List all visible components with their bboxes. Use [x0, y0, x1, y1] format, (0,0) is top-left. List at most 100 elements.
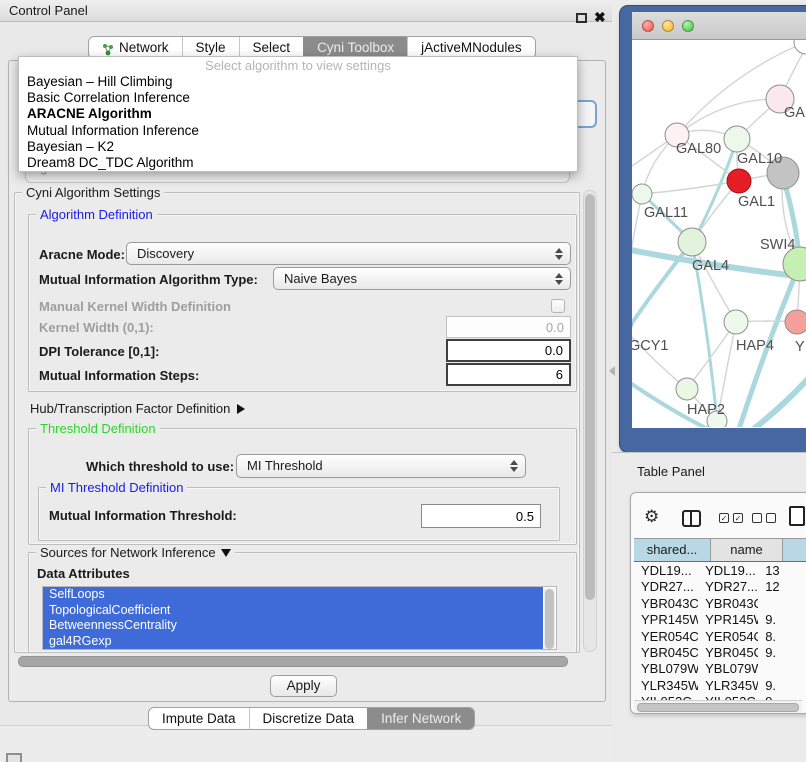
- manual-kernel-width-checkbox[interactable]: [551, 299, 565, 313]
- algorithm-option[interactable]: Bayesian – K2: [19, 139, 577, 155]
- network-edge-thick[interactable]: [750, 372, 806, 427]
- table-cell: YBL079W: [698, 661, 758, 677]
- threshold-definition-legend: Threshold Definition: [36, 421, 160, 436]
- network-edge[interactable]: [632, 194, 642, 325]
- network-node-label: GCY1: [632, 338, 669, 354]
- select-all-checkboxes-icon[interactable]: ✓✓: [719, 513, 743, 523]
- table-column-header[interactable]: [783, 539, 806, 561]
- attribute-list-item[interactable]: SelfLoops: [43, 587, 543, 603]
- table-column-header[interactable]: shared...: [634, 539, 711, 561]
- table-cell: YDL19...: [698, 563, 758, 579]
- sources-legend[interactable]: Sources for Network Inference: [36, 545, 235, 560]
- combo-spinner-icon: [510, 460, 517, 472]
- tab-impute-data[interactable]: Impute Data: [149, 708, 249, 729]
- table-row[interactable]: YDL19...YDL19...13: [634, 563, 806, 579]
- network-graph: GALGAL80GAL10GAL1GAL11GAL4SWI4HAP4YGCY1H…: [632, 40, 806, 427]
- close-traffic-light[interactable]: [642, 20, 654, 32]
- network-edge[interactable]: [642, 181, 739, 194]
- kernel-width-input[interactable]: [446, 316, 571, 338]
- mi-threshold-input[interactable]: [421, 504, 541, 528]
- apply-button[interactable]: Apply: [270, 675, 337, 697]
- mi-steps-label: Mutual Information Steps:: [39, 368, 199, 383]
- table-cell: 13: [758, 563, 806, 579]
- close-panel-icon[interactable]: ✖: [594, 9, 606, 26]
- dpi-tolerance-input[interactable]: [446, 339, 571, 362]
- table-row[interactable]: YBL079WYBL079W: [634, 661, 806, 677]
- table-column-header[interactable]: name: [711, 539, 783, 561]
- combo-spinner-icon: [555, 273, 562, 285]
- table-row[interactable]: YPR145WYPR145W9.: [634, 612, 806, 628]
- table-cell: 8.: [758, 629, 806, 645]
- network-node[interactable]: [794, 40, 806, 54]
- data-attributes-label: Data Attributes: [37, 566, 130, 581]
- aracne-mode-value: Discovery: [137, 246, 194, 261]
- algorithm-option[interactable]: Mutual Information Inference: [19, 123, 577, 139]
- algorithm-dropdown-popup: Select algorithm to view settings Bayesi…: [18, 56, 578, 172]
- zoom-traffic-light[interactable]: [682, 20, 694, 32]
- network-node-gal1[interactable]: [727, 169, 751, 193]
- algorithm-dropdown-placeholder: Select algorithm to view settings: [19, 57, 577, 74]
- gear-icon[interactable]: ⚙: [644, 507, 659, 527]
- mi-threshold-definition-group: MI Threshold Definition Mutual Informati…: [38, 487, 560, 541]
- network-canvas[interactable]: GALGAL80GAL10GAL1GAL11GAL4SWI4HAP4YGCY1H…: [632, 40, 806, 427]
- mi-algorithm-type-value: Naive Bayes: [284, 271, 357, 286]
- mi-algorithm-type-combobox[interactable]: Naive Bayes: [273, 267, 571, 290]
- data-attributes-list[interactable]: SelfLoopsTopologicalCoefficientBetweenne…: [42, 586, 557, 650]
- table-horizontal-scrollbar[interactable]: [634, 700, 802, 713]
- table-cell: 9.: [758, 612, 806, 628]
- tab-infer-network[interactable]: Infer Network: [367, 708, 474, 729]
- network-node-label: GAL10: [737, 151, 782, 167]
- network-node-hap4[interactable]: [724, 310, 748, 334]
- attribute-list-item[interactable]: gal4RGexp: [43, 634, 543, 650]
- table-row[interactable]: YDR27...YDR27...12: [634, 579, 806, 595]
- table-cell: YBR045C: [698, 645, 758, 661]
- tab-style[interactable]: Style: [182, 37, 239, 58]
- tab-label: Style: [196, 37, 226, 58]
- network-node-y[interactable]: [785, 310, 806, 334]
- network-node-gal10[interactable]: [724, 126, 750, 152]
- settings-horizontal-scrollbar-thumb[interactable]: [18, 656, 568, 667]
- mi-steps-input[interactable]: [446, 363, 571, 386]
- deselect-all-checkboxes-icon[interactable]: [752, 513, 776, 523]
- float-window-icon[interactable]: [576, 13, 587, 23]
- network-edge[interactable]: [632, 325, 687, 389]
- network-node-hap2[interactable]: [676, 378, 698, 400]
- table-row[interactable]: YBR045CYBR045C9.: [634, 645, 806, 661]
- network-window-titlebar[interactable]: [632, 12, 806, 40]
- columns-icon[interactable]: [682, 510, 701, 527]
- attribute-list-item[interactable]: TopologicalCoefficient: [43, 603, 543, 619]
- splitter-collapse-icon[interactable]: [609, 366, 615, 376]
- settings-vertical-scrollbar-thumb[interactable]: [585, 194, 595, 600]
- tab-jactivemnodules[interactable]: jActiveMNodules: [407, 37, 535, 58]
- tab-select[interactable]: Select: [239, 37, 304, 58]
- tab-network[interactable]: Network: [89, 37, 182, 58]
- control-panel-title: Control Panel: [9, 3, 88, 18]
- hub-section-label: Hub/Transcription Factor Definition: [30, 401, 230, 416]
- table-row[interactable]: YLR345WYLR345W9.: [634, 678, 806, 694]
- control-panel-titlebar[interactable]: Control Panel: [0, 0, 612, 22]
- document-icon[interactable]: [789, 506, 805, 526]
- algorithm-option[interactable]: Basic Correlation Inference: [19, 90, 577, 106]
- table-row[interactable]: YER054CYER054C8.: [634, 629, 806, 645]
- network-node-gal4[interactable]: [678, 228, 706, 256]
- algorithm-definition-legend: Algorithm Definition: [36, 207, 157, 222]
- table-cell: 9.: [758, 645, 806, 661]
- which-threshold-combobox[interactable]: MI Threshold: [236, 454, 526, 478]
- table-row[interactable]: YBR043CYBR043C: [634, 596, 806, 612]
- bottom-left-widget[interactable]: [6, 753, 22, 762]
- network-node-label: GAL: [784, 105, 806, 121]
- hub-transcription-factor-expander[interactable]: Hub/Transcription Factor Definition: [30, 401, 245, 416]
- algorithm-option[interactable]: Dream8 DC_TDC Algorithm: [19, 155, 577, 171]
- cyni-bottom-tabbar: Impute DataDiscretize DataInfer Network: [148, 707, 475, 730]
- attribute-list-item[interactable]: BetweennessCentrality: [43, 618, 543, 634]
- attribute-list-scrollbar[interactable]: [544, 588, 555, 650]
- aracne-mode-combobox[interactable]: Discovery: [126, 242, 571, 265]
- table-body: YDL19...YDL19...13YDR27...YDR27...12YBR0…: [634, 563, 806, 700]
- algorithm-option[interactable]: Bayesian – Hill Climbing: [19, 74, 577, 90]
- minimize-traffic-light[interactable]: [662, 20, 674, 32]
- which-threshold-label: Which threshold to use:: [86, 459, 234, 474]
- tab-discretize-data[interactable]: Discretize Data: [249, 708, 368, 729]
- algorithm-option[interactable]: ARACNE Algorithm: [19, 106, 577, 122]
- tab-cyni-toolbox[interactable]: Cyni Toolbox: [303, 37, 407, 58]
- network-node-gal11[interactable]: [632, 184, 652, 204]
